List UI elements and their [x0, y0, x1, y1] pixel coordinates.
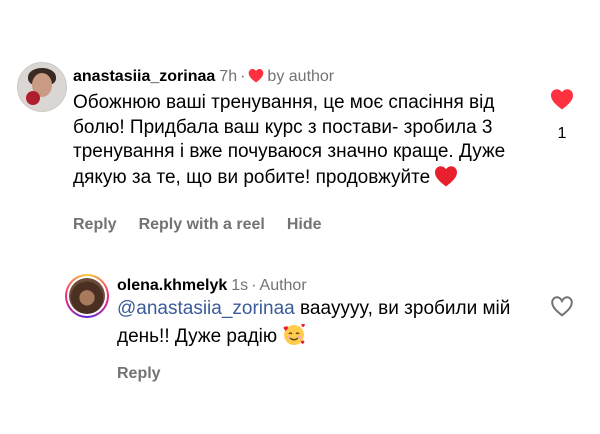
comment-text: @anastasiia_zorinaa вааyyyy, ви зробили … [117, 297, 517, 353]
timestamp: 7h [219, 68, 238, 85]
like-heart-filled-icon[interactable] [550, 89, 574, 114]
like-heart-outline-icon[interactable] [550, 296, 574, 321]
heart-icon [248, 68, 264, 88]
avatar[interactable] [17, 62, 67, 112]
comment-actions: Reply Reply with a reel Hide [73, 216, 344, 234]
hide-button[interactable]: Hide [287, 216, 322, 233]
username[interactable]: olena.khmelyk [117, 277, 227, 294]
comment-text: Обожнюю ваші тренування, це моє спасіння… [73, 91, 533, 194]
avatar-rose [26, 91, 40, 105]
like-control: 1 [548, 88, 576, 143]
timestamp: 1s [231, 277, 249, 294]
comment-meta: anastasiia_zorinaa 7h · by author [73, 68, 334, 88]
smiling-face-with-hearts-icon [281, 322, 307, 354]
author-tag: Author [259, 277, 307, 294]
reply-button[interactable]: Reply [117, 365, 161, 382]
like-count[interactable]: 1 [548, 125, 576, 143]
avatar-inner [67, 276, 107, 316]
reply-with-reel-button[interactable]: Reply with a reel [139, 216, 265, 233]
reply-button[interactable]: Reply [73, 216, 117, 233]
avatar [69, 278, 105, 314]
username[interactable]: anastasiia_zorinaa [73, 68, 215, 85]
mention-link[interactable]: @anastasiia_zorinaa [117, 298, 295, 319]
red-heart-icon [434, 165, 458, 195]
liked-by-author-label: by author [267, 68, 335, 85]
comment-actions: Reply [117, 365, 183, 383]
like-control [549, 295, 575, 322]
separator: · [251, 277, 257, 294]
avatar-story-ring[interactable] [65, 274, 109, 318]
separator: · [240, 68, 246, 85]
comment-meta: olena.khmelyk 1s · Author [117, 277, 307, 295]
